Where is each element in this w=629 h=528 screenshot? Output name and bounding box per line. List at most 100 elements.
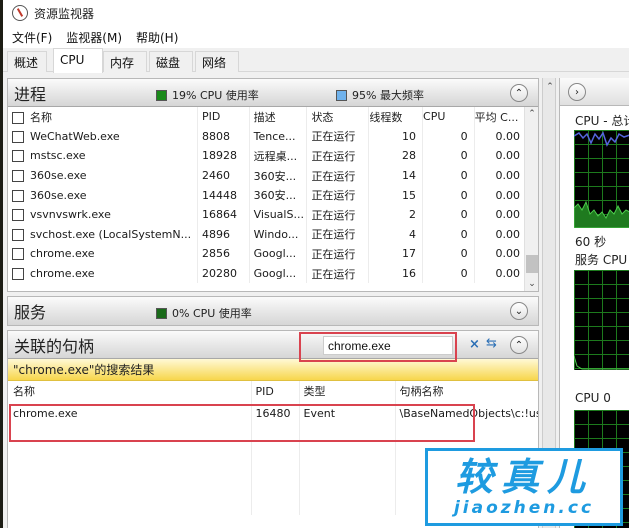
- services-section: 服务 0% CPU 使用率 ⌄: [7, 296, 539, 326]
- search-results-bar: "chrome.exe"的搜索结果: [8, 359, 538, 381]
- process-avg-cpu: 0.00: [495, 267, 521, 281]
- process-avg-cpu: 0.00: [495, 208, 521, 222]
- services-header[interactable]: 服务 0% CPU 使用率 ⌄: [8, 297, 538, 325]
- process-status: 正在运行: [306, 165, 370, 186]
- process-name: svchost.exe (LocalSystemN...: [8, 224, 199, 245]
- tab-disk[interactable]: 磁盘: [149, 51, 193, 72]
- process-cpu: 0: [422, 224, 475, 245]
- processes-header[interactable]: 进程 19% CPU 使用率 95% 最大频率 ⌃: [8, 79, 538, 107]
- scroll-up-icon[interactable]: ⌃: [543, 82, 557, 92]
- process-status: 正在运行: [306, 244, 370, 264]
- process-threads: 15: [368, 185, 424, 205]
- service-cpu-label: 服务 CPU: [575, 253, 628, 267]
- process-row[interactable]: chrome.exe 20280 Googl... 正在运行 16 0 0.00: [8, 263, 526, 284]
- chevron-down-icon[interactable]: ⌄: [510, 302, 528, 320]
- cpu0-label: CPU 0: [575, 391, 611, 405]
- scroll-up-icon[interactable]: ⌃: [525, 109, 539, 119]
- tab-overview[interactable]: 概述: [7, 51, 47, 72]
- col-handle-name[interactable]: 名称: [8, 381, 252, 401]
- process-pid: 2856: [197, 244, 250, 264]
- process-pid: 8808: [197, 126, 250, 147]
- process-description: 远程桌...: [249, 146, 308, 166]
- menu-help[interactable]: 帮助(H): [136, 29, 178, 46]
- chevron-up-icon[interactable]: ⌃: [510, 84, 528, 102]
- process-description: Windo...: [249, 224, 308, 245]
- col-status[interactable]: 状态: [306, 107, 370, 127]
- menu-monitor[interactable]: 监视器(M): [66, 29, 122, 46]
- handles-title: 关联的句柄: [14, 336, 95, 356]
- process-row[interactable]: 360se.exe 2460 360安... 正在运行 14 0 0.00: [8, 165, 526, 186]
- scroll-thumb[interactable]: [526, 255, 538, 273]
- scroll-down-icon[interactable]: ⌄: [525, 279, 539, 289]
- process-pid: 2460: [197, 165, 250, 186]
- process-row[interactable]: chrome.exe 2856 Googl... 正在运行 17 0 0.00: [8, 244, 526, 264]
- process-row[interactable]: svchost.exe (LocalSystemN... 4896 Windo...…: [8, 224, 526, 245]
- process-threads: 16: [368, 263, 424, 284]
- title-bar: 资源监视器: [3, 0, 629, 26]
- process-description: Tence...: [249, 126, 308, 147]
- process-avg-cpu: 0.00: [495, 188, 521, 202]
- process-checkbox[interactable]: [12, 189, 24, 202]
- col-name[interactable]: 名称: [8, 107, 199, 127]
- resource-monitor-icon: [12, 5, 28, 21]
- process-row[interactable]: WeChatWeb.exe 8808 Tence... 正在运行 10 0 0.00: [8, 126, 526, 147]
- services-cpu-label: 0% CPU 使用率: [172, 307, 252, 320]
- process-row[interactable]: mstsc.exe 18928 远程桌... 正在运行 28 0 0.00: [8, 146, 526, 166]
- process-threads: 14: [368, 165, 424, 186]
- process-threads: 4: [368, 224, 424, 245]
- process-checkbox[interactable]: [12, 170, 24, 183]
- process-name: mstsc.exe: [8, 146, 199, 166]
- process-avg-cpu: 0.00: [495, 149, 521, 163]
- process-cpu: 0: [422, 126, 475, 147]
- menu-file[interactable]: 文件(F): [12, 29, 52, 46]
- tab-network[interactable]: 网络: [195, 51, 239, 72]
- col-handle-pid[interactable]: PID: [251, 381, 300, 401]
- process-row[interactable]: 360se.exe 14448 360安... 正在运行 15 0 0.00: [8, 185, 526, 205]
- process-cpu: 0: [422, 165, 475, 186]
- process-pid: 14448: [197, 185, 250, 205]
- col-pid[interactable]: PID: [197, 107, 250, 127]
- service-cpu-line: [574, 355, 629, 370]
- select-all-checkbox[interactable]: [12, 111, 24, 124]
- process-description: VisualS...: [249, 204, 308, 225]
- col-cpu[interactable]: CPU: [422, 107, 475, 127]
- max-frequency-line: [574, 131, 629, 147]
- process-pid: 4896: [197, 224, 250, 245]
- clear-x-icon[interactable]: ×: [469, 337, 480, 352]
- handles-table-header: 名称 PID 类型 句柄名称: [8, 381, 538, 401]
- process-checkbox[interactable]: [12, 130, 24, 143]
- tab-memory[interactable]: 内存: [103, 51, 147, 72]
- process-pid: 20280: [197, 263, 250, 284]
- process-checkbox[interactable]: [12, 150, 24, 163]
- process-name: chrome.exe: [8, 244, 199, 264]
- max-freq-swatch: [336, 89, 347, 101]
- chevron-up-icon[interactable]: ⌃: [510, 336, 528, 354]
- process-checkbox[interactable]: [12, 209, 24, 222]
- col-handle-handlename[interactable]: 句柄名称: [395, 381, 538, 401]
- refresh-icon[interactable]: ⇆: [486, 336, 497, 351]
- process-status: 正在运行: [306, 204, 370, 225]
- processes-title: 进程: [14, 84, 47, 104]
- process-status: 正在运行: [306, 263, 370, 284]
- col-threads[interactable]: 线程数: [368, 107, 424, 127]
- process-threads: 28: [368, 146, 424, 166]
- process-row[interactable]: vsvnvswrk.exe 16864 VisualS... 正在运行 2 0 0.00: [8, 204, 526, 225]
- process-description: 360安...: [249, 185, 308, 205]
- cpu-usage-swatch: [156, 89, 167, 101]
- process-name: chrome.exe: [8, 263, 199, 284]
- process-avg-cpu: 0.00: [495, 247, 521, 261]
- handles-header: 关联的句柄 × ⇆ ⌃: [8, 331, 538, 359]
- process-checkbox[interactable]: [12, 248, 24, 261]
- process-scrollbar[interactable]: ⌃ ⌄: [524, 107, 538, 291]
- cpu-total-graph-lines: [574, 131, 629, 228]
- process-checkbox[interactable]: [12, 228, 24, 241]
- process-status: 正在运行: [306, 126, 370, 147]
- col-avg-cpu[interactable]: 平均 C...: [474, 107, 526, 127]
- tab-cpu[interactable]: CPU: [53, 48, 103, 73]
- process-cpu: 0: [422, 204, 475, 225]
- col-description[interactable]: 描述: [249, 107, 308, 127]
- max-freq-legend: 95% 最大频率: [336, 87, 424, 103]
- col-handle-type[interactable]: 类型: [299, 381, 396, 401]
- chevron-right-icon[interactable]: ›: [568, 83, 586, 101]
- process-checkbox[interactable]: [12, 268, 24, 281]
